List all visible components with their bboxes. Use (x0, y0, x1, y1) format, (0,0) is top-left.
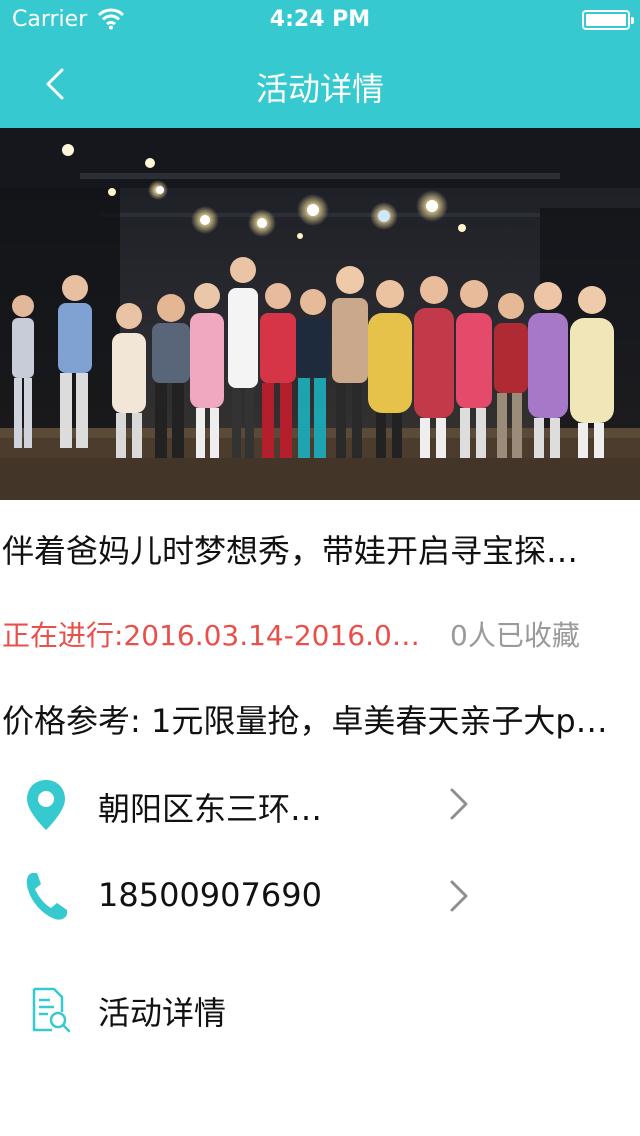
details-row[interactable]: 活动详情 (0, 966, 640, 1056)
clock: 4:24 PM (269, 7, 371, 32)
event-price: 价格参考: 1元限量抢，卓美春天亲子大p… (2, 702, 608, 740)
status-bar: Carrier 4:24 PM (0, 0, 640, 40)
address-row[interactable]: 朝阳区东三环… (0, 758, 640, 848)
location-pin-icon (27, 780, 65, 830)
page-title: 活动详情 (255, 70, 384, 108)
details-label: 活动详情 (98, 994, 227, 1032)
document-search-icon (32, 987, 71, 1033)
favorites-count[interactable]: 0人已收藏 (450, 614, 580, 654)
event-title: 伴着爸妈儿时梦想秀，带娃开启寻宝探… (2, 532, 579, 570)
app-header: Carrier 4:24 PM 活动详情 (0, 0, 640, 128)
battery-icon (582, 10, 634, 30)
chevron-right-icon (450, 788, 468, 820)
address-text: 朝阳区东三环… (98, 790, 323, 828)
chevron-right-icon (450, 880, 468, 912)
hero-image (0, 128, 640, 500)
phone-row[interactable]: 18500907690 (0, 850, 640, 940)
event-status-date: 正在进行:2016.03.14-2016.0… (2, 619, 420, 652)
phone-number: 18500907690 (98, 876, 322, 914)
nav-bar: 活动详情 (0, 40, 640, 128)
phone-icon (26, 873, 67, 920)
